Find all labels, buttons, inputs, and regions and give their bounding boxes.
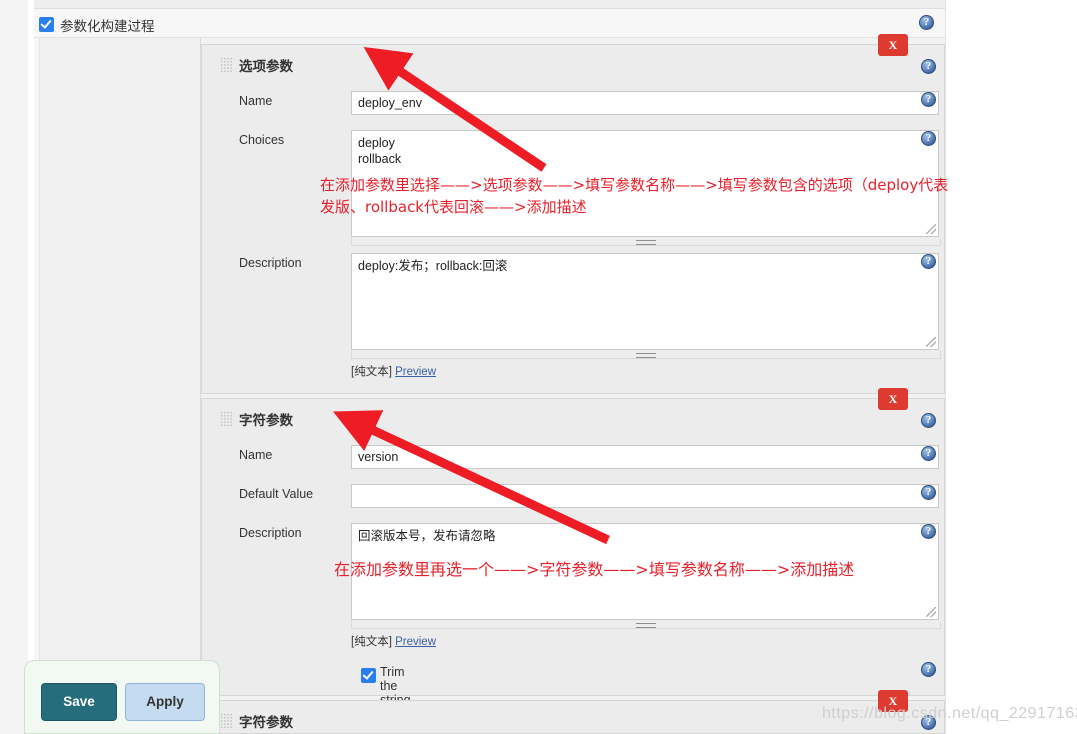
watermark: https://blog.csdn.net/qq_22917163	[822, 705, 1077, 722]
left-spacer-rail	[34, 38, 40, 696]
field-label: Default Value	[239, 487, 314, 501]
preview-link[interactable]: Preview	[395, 636, 436, 648]
jenkins-config-page: 参数化构建过程 X 选项参数 Name Choices	[0, 0, 1077, 734]
plain-text-label: [纯文本]	[351, 366, 392, 378]
annotation-arrow-1	[363, 46, 547, 172]
textarea-drag-bar[interactable]	[351, 621, 941, 629]
help-icon[interactable]	[921, 413, 936, 428]
delete-parameter-button[interactable]: X	[878, 34, 908, 56]
parameterized-build-row[interactable]: 参数化构建过程	[34, 9, 945, 38]
apply-button[interactable]: Apply	[125, 683, 205, 721]
page-left-edge	[0, 0, 29, 734]
save-bar: Save Apply	[24, 660, 220, 734]
parameterized-build-label: 参数化构建过程	[60, 19, 155, 34]
help-icon[interactable]	[921, 446, 936, 461]
plain-text-label: [纯文本]	[351, 636, 392, 648]
checkbox-checked-icon	[39, 17, 54, 33]
field-label: Choices	[239, 133, 285, 147]
drag-handle-icon[interactable]	[220, 713, 233, 728]
parameter-block-choice: X 选项参数 Name Choices Description	[201, 34, 945, 394]
left-spacer-column	[34, 38, 201, 696]
checkbox-checked-icon[interactable]	[361, 668, 376, 684]
preview-line: [纯文本] Preview	[351, 363, 436, 379]
resize-grip-icon[interactable]	[926, 224, 936, 234]
field-label: Description	[239, 256, 302, 270]
save-button[interactable]: Save	[41, 683, 117, 721]
section-title: 字符参数	[239, 413, 293, 428]
field-label: Name	[239, 448, 273, 462]
annotation-arrow-2	[333, 410, 610, 545]
help-icon[interactable]	[921, 485, 936, 500]
help-icon[interactable]	[921, 92, 936, 107]
drag-handle-icon[interactable]	[220, 57, 233, 72]
field-control: [纯文本] Preview	[351, 253, 941, 378]
preview-line: [纯文本] Preview	[351, 633, 436, 649]
help-icon[interactable]	[921, 59, 936, 74]
annotation-text-1-line1: 在添加参数里选择——>选项参数——>填写参数名称——>填写参数包含的选项（dep…	[320, 176, 949, 194]
help-icon[interactable]	[919, 15, 934, 30]
help-icon[interactable]	[921, 254, 936, 269]
page-right-margin	[945, 0, 1077, 734]
annotation-text-1-line2: 发版、rollback代表回滚——>添加描述	[320, 198, 587, 216]
delete-parameter-button[interactable]: X	[878, 388, 908, 410]
textarea-drag-bar[interactable]	[351, 238, 941, 246]
resize-grip-icon[interactable]	[926, 337, 936, 347]
field-label: Description	[239, 526, 302, 540]
top-divider	[34, 0, 945, 9]
description-textarea[interactable]	[351, 253, 939, 350]
help-icon[interactable]	[921, 131, 936, 146]
section-title: 选项参数	[239, 59, 293, 74]
field-label: Name	[239, 94, 273, 108]
parameterized-build-checkbox[interactable]	[39, 16, 54, 33]
drag-handle-icon[interactable]	[220, 411, 233, 426]
trim-string-row[interactable]: Trim the string	[361, 665, 411, 707]
textarea-drag-bar[interactable]	[351, 351, 941, 359]
help-icon[interactable]	[921, 662, 936, 677]
preview-link[interactable]: Preview	[395, 366, 436, 378]
resize-grip-icon[interactable]	[926, 607, 936, 617]
help-icon[interactable]	[921, 524, 936, 539]
section-title: 字符参数	[239, 715, 293, 730]
annotation-text-2-line1: 在添加参数里再选一个——>字符参数——>填写参数名称——>添加描述	[334, 560, 855, 579]
